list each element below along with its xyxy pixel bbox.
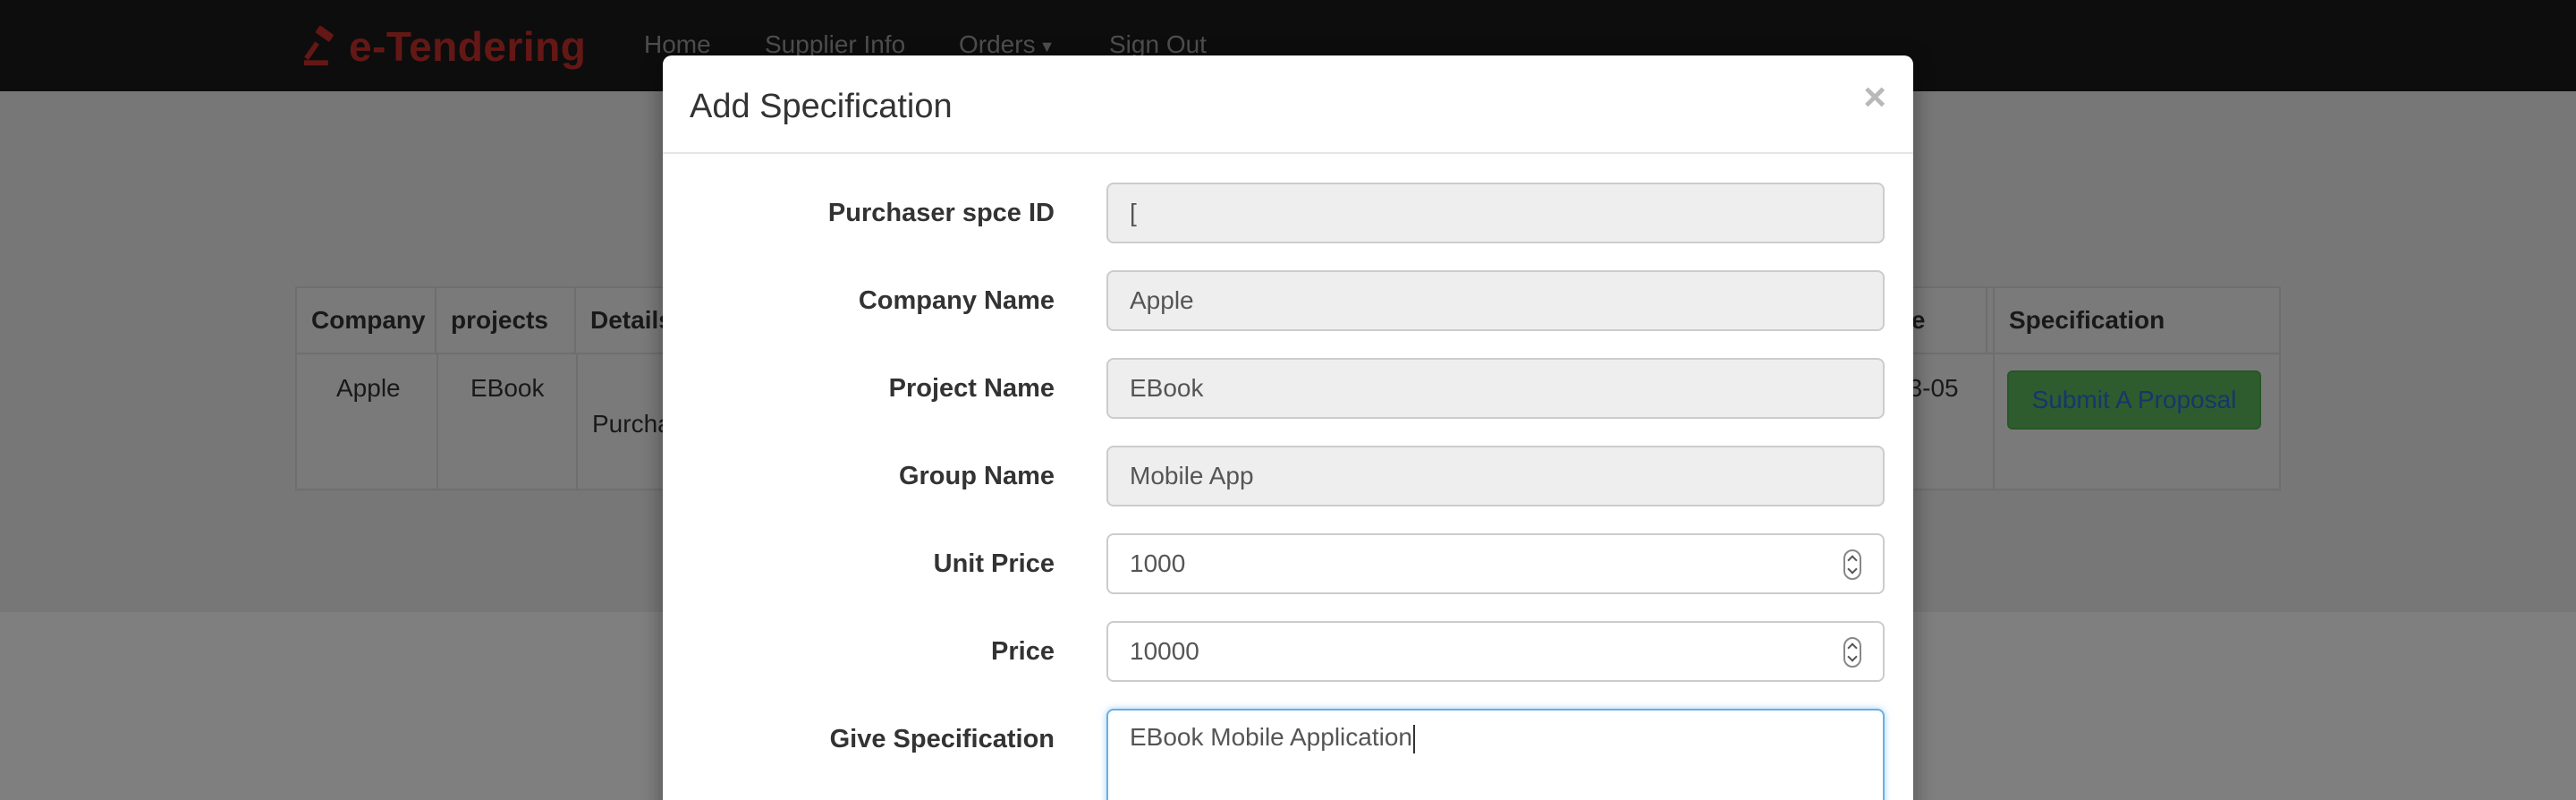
- form-row-group-name: Group Name Mobile App: [663, 446, 1913, 506]
- form-row-give-specification: Give Specification EBook Mobile Applicat…: [663, 709, 1913, 800]
- form-row-price: Price 10000: [663, 621, 1913, 682]
- close-icon[interactable]: ×: [1863, 75, 1886, 120]
- text-cursor: [1412, 724, 1415, 753]
- stepper-icon[interactable]: [1843, 549, 1861, 580]
- unit-price-label: Unit Price: [933, 549, 1055, 578]
- price-input[interactable]: 10000: [1106, 621, 1885, 682]
- give-specification-textarea[interactable]: EBook Mobile Application: [1106, 709, 1885, 800]
- purchaser-spec-id-field[interactable]: [: [1106, 183, 1885, 243]
- give-specification-value: EBook Mobile Application: [1130, 723, 1412, 751]
- add-specification-modal: Add Specification × Purchaser spce ID [ …: [663, 55, 1913, 800]
- form-row-unit-price: Unit Price 1000: [663, 533, 1913, 594]
- form-row-purchaser-spec-id: Purchaser spce ID [: [663, 183, 1913, 243]
- modal-header: Add Specification ×: [663, 55, 1913, 154]
- company-name-field[interactable]: Apple: [1106, 270, 1885, 331]
- form-row-project-name: Project Name EBook: [663, 358, 1913, 419]
- unit-price-value: 1000: [1130, 549, 1186, 577]
- purchaser-spec-id-label: Purchaser spce ID: [827, 199, 1055, 227]
- project-name-field[interactable]: EBook: [1106, 358, 1885, 419]
- form-row-company-name: Company Name Apple: [663, 270, 1913, 331]
- price-label: Price: [991, 637, 1055, 666]
- project-name-label: Project Name: [888, 374, 1055, 403]
- modal-title: Add Specification: [690, 88, 953, 125]
- stepper-icon[interactable]: [1843, 637, 1861, 668]
- price-value: 10000: [1130, 637, 1199, 665]
- unit-price-input[interactable]: 1000: [1106, 533, 1885, 594]
- group-name-field[interactable]: Mobile App: [1106, 446, 1885, 506]
- company-name-label: Company Name: [858, 286, 1055, 315]
- group-name-label: Group Name: [898, 462, 1055, 490]
- give-specification-label: Give Specification: [829, 725, 1055, 753]
